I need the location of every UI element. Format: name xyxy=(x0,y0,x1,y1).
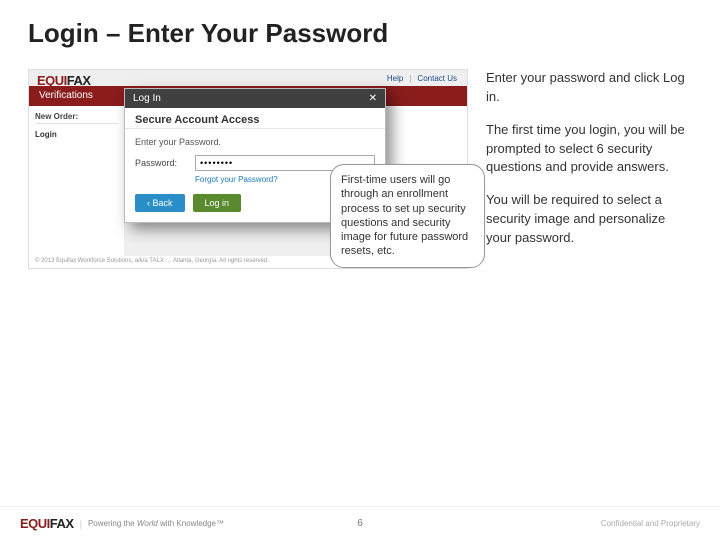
instruction-p1: Enter your password and click Log in. xyxy=(486,69,692,107)
close-icon[interactable]: ✕ xyxy=(369,93,377,104)
password-label: Password: xyxy=(135,158,187,168)
modal-subtitle: Secure Account Access xyxy=(125,108,385,129)
contact-link[interactable]: Contact Us xyxy=(417,74,457,83)
login-button[interactable]: Log in xyxy=(193,194,242,212)
footer-logo-part-2: FAX xyxy=(50,516,74,531)
footer-separator: | xyxy=(80,519,82,529)
sidebar-stub: New Order: Login xyxy=(29,106,124,256)
tag-post: with Knowledge™ xyxy=(158,519,224,528)
footer-logo-part-1: EQUI xyxy=(20,516,50,531)
back-button[interactable]: Back xyxy=(135,194,185,212)
modal-header: Log In ✕ xyxy=(125,89,385,108)
login-side-label: Login xyxy=(35,130,118,139)
modal-title: Log In xyxy=(133,93,161,104)
page-number: 6 xyxy=(357,518,363,529)
slide-title: Login – Enter Your Password xyxy=(28,18,692,49)
instruction-p3: You will be required to select a securit… xyxy=(486,191,692,248)
shot-top-links: Help | Contact Us xyxy=(29,70,467,86)
callout-bubble: First-time users will go through an enro… xyxy=(330,164,485,268)
footer-tagline: Powering the World with Knowledge™ xyxy=(88,519,224,528)
footer-logo: EQUIFAX xyxy=(20,516,74,531)
tag-em: World xyxy=(137,519,158,528)
instruction-column: Enter your password and click Log in. Th… xyxy=(486,69,692,269)
new-order-label: New Order: xyxy=(35,112,118,124)
help-link[interactable]: Help xyxy=(387,74,403,83)
instruction-p2: The first time you login, you will be pr… xyxy=(486,121,692,178)
tag-pre: Powering the xyxy=(88,519,137,528)
confidential-label: Confidential and Proprietary xyxy=(601,519,700,528)
screenshot-column: Help | Contact Us EQUIFAX Verifications … xyxy=(28,69,468,269)
top-separator: | xyxy=(409,74,411,83)
footer-logo-block: EQUIFAX | Powering the World with Knowle… xyxy=(20,516,224,531)
password-prompt: Enter your Password. xyxy=(135,137,375,147)
slide-footer: EQUIFAX | Powering the World with Knowle… xyxy=(0,506,720,540)
